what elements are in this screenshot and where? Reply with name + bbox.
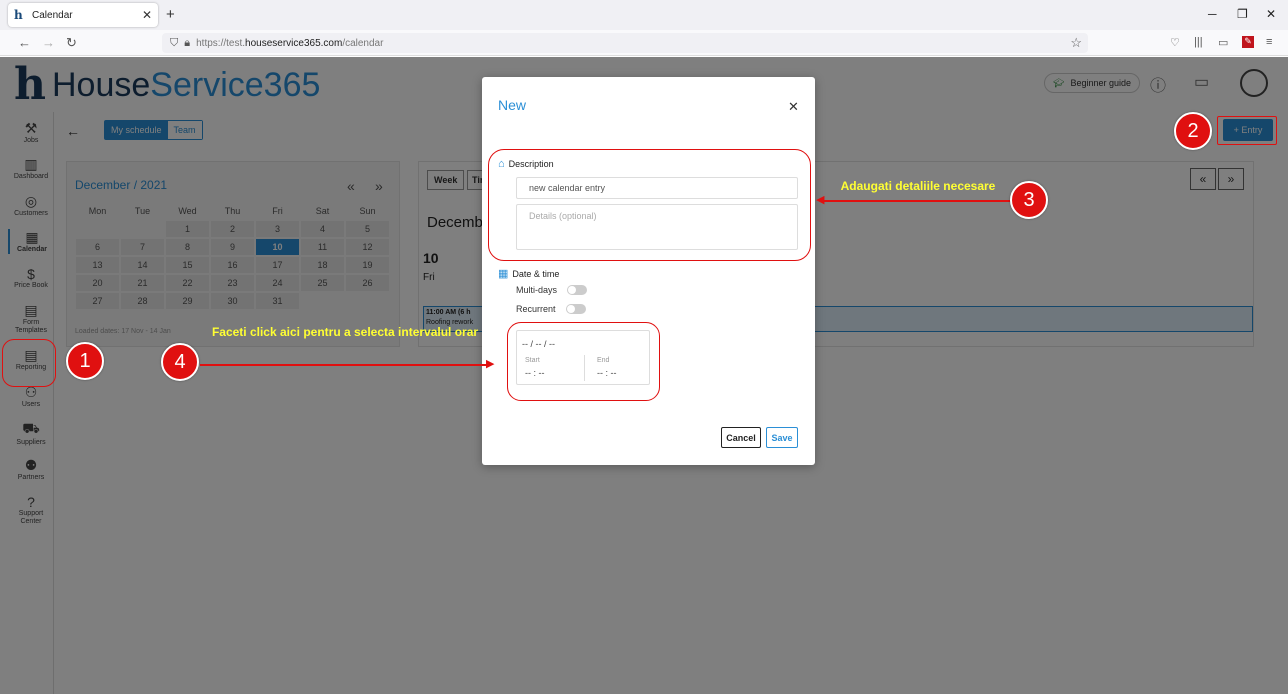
save-button[interactable]: Save: [766, 427, 798, 448]
note-step-4: Faceti click aici pentru a selecta inter…: [211, 325, 479, 339]
multidays-toggle[interactable]: [567, 285, 588, 295]
restore-icon[interactable]: ❐: [1237, 7, 1248, 21]
recurrent-row: Recurrent: [516, 304, 586, 314]
note-step-3: Adaugati detaliile necesare: [840, 179, 996, 193]
step-badge-3: 3: [1010, 181, 1048, 219]
step-badge-4: 4: [161, 343, 199, 381]
favicon-icon: h: [14, 8, 23, 22]
dialog-title: New: [498, 97, 527, 113]
url-text: https://test.houseservice365.com/calenda…: [196, 37, 384, 49]
arrow-step-3: [822, 200, 1010, 202]
arrowhead-step-4: ▶: [486, 358, 495, 370]
lock-icon: 🔒︎: [184, 36, 191, 49]
highlight-ring-entry: [1217, 116, 1277, 145]
multidays-row: Multi-days: [516, 285, 588, 295]
cancel-button[interactable]: Cancel: [721, 427, 761, 448]
menu-icon[interactable]: ≡: [1266, 36, 1272, 48]
step-badge-1: 1: [66, 342, 104, 380]
step-badge-2: 2: [1174, 112, 1212, 150]
highlight-ring-description: [488, 149, 811, 261]
new-tab-icon[interactable]: +: [166, 6, 175, 23]
recurrent-toggle[interactable]: [565, 304, 586, 314]
new-entry-dialog: New ✕ ⌂ Description new calendar entry D…: [482, 77, 815, 465]
sidebar-toggle-icon[interactable]: ▭: [1218, 36, 1228, 49]
minimize-icon[interactable]: ─: [1208, 7, 1217, 21]
pocket-icon[interactable]: ♡: [1170, 36, 1180, 49]
calendar-icon: ▦: [498, 268, 509, 280]
bookmark-star-icon[interactable]: ☆: [1070, 35, 1082, 51]
arrow-step-4: [200, 364, 488, 366]
browser-nav-bar: ← → ↻ ⛉ 🔒︎ https://test.houseservice365.…: [0, 30, 1288, 56]
reload-icon[interactable]: ↻: [66, 35, 77, 51]
address-bar[interactable]: ⛉ 🔒︎ https://test.houseservice365.com/ca…: [162, 33, 1088, 53]
highlight-ring-time-picker: [507, 322, 660, 401]
shield-icon: ⛉: [170, 36, 179, 49]
forward-icon[interactable]: →: [42, 35, 55, 50]
browser-tab[interactable]: h Calendar ✕: [8, 3, 158, 27]
close-icon[interactable]: ✕: [788, 99, 799, 115]
browser-tab-bar: h Calendar ✕ + ─ ❐ ✕: [0, 0, 1288, 30]
tab-title: Calendar: [32, 9, 73, 21]
library-icon[interactable]: |||: [1194, 36, 1203, 48]
close-window-icon[interactable]: ✕: [1266, 7, 1276, 21]
back-icon[interactable]: ←: [18, 35, 31, 50]
arrowhead-step-3: ◀: [816, 194, 825, 206]
tab-close-icon[interactable]: ✕: [142, 8, 152, 22]
extension-icon[interactable]: ✎: [1242, 36, 1254, 48]
datetime-section-label: ▦ Date & time: [498, 268, 560, 280]
highlight-ring-reporting: [2, 339, 56, 387]
